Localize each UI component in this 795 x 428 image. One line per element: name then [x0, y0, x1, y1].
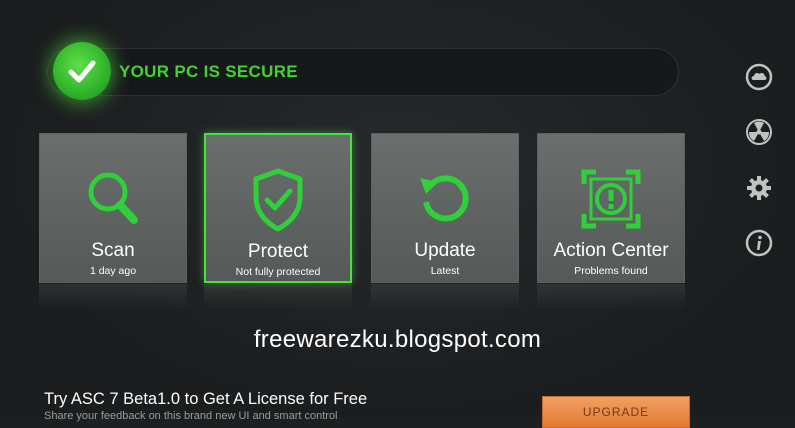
radiation-icon[interactable] [745, 118, 773, 146]
magnifier-icon [40, 164, 186, 234]
info-icon[interactable] [745, 229, 773, 257]
tile-subtitle: Latest [430, 265, 460, 277]
watermark-text: freewarezku.blogspot.com [253, 326, 542, 353]
tile-subtitle: 1 day ago [89, 265, 137, 277]
cloud-icon[interactable] [745, 63, 773, 91]
action-center-tile[interactable]: Action Center Problems found [537, 133, 685, 283]
tile-subtitle: Not fully protected [235, 266, 321, 278]
checkmark-icon [53, 42, 111, 100]
tile-title: Update [414, 240, 476, 261]
upgrade-button[interactable]: UPGRADE [542, 396, 690, 428]
scan-tile[interactable]: Scan 1 day ago [39, 133, 187, 283]
status-text: YOUR PC IS SECURE [119, 62, 298, 81]
shield-check-icon [206, 165, 350, 235]
tile-reflection [204, 284, 352, 310]
gear-icon[interactable] [745, 174, 773, 202]
protect-tile[interactable]: Protect Not fully protected [204, 133, 352, 283]
tile-title: Scan [91, 240, 135, 261]
tile-reflection [371, 284, 519, 310]
tile-subtitle: Problems found [574, 265, 648, 277]
tile-reflection [39, 284, 187, 310]
promo-title: Try ASC 7 Beta1.0 to Get A License for F… [44, 390, 368, 408]
tile-title: Protect [247, 241, 309, 262]
tile-title: Action Center [553, 240, 669, 261]
promo-subtitle: Share your feedback on this brand new UI… [44, 410, 338, 422]
alert-center-icon [538, 164, 684, 234]
tile-reflection [537, 284, 685, 310]
update-tile[interactable]: Update Latest [371, 133, 519, 283]
refresh-icon [372, 164, 518, 234]
